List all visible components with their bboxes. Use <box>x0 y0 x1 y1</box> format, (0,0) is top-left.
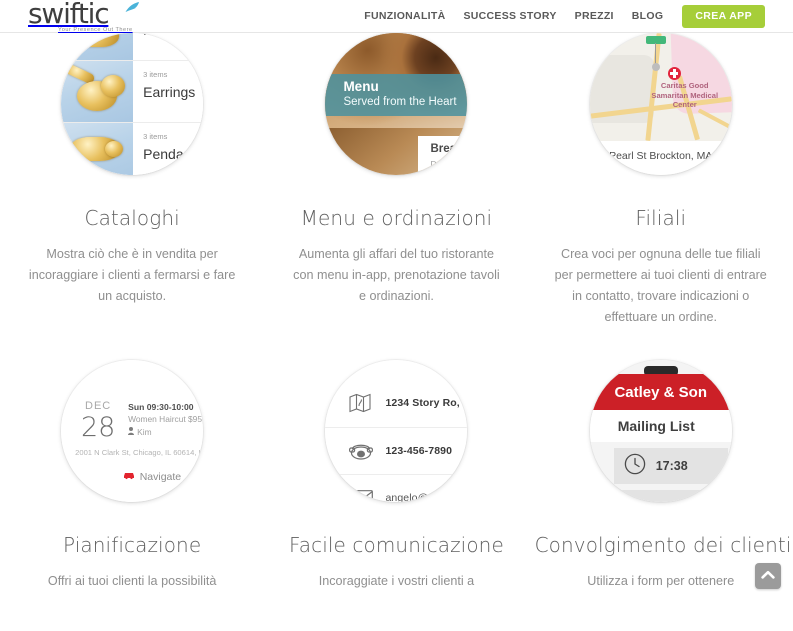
engagement-brand: Catley & Son <box>614 383 707 401</box>
catalog-list-item: 3 items Necklaces <box>61 33 204 61</box>
menu-circle-image: Menu Served from the Heart Breads Descri… <box>321 33 471 183</box>
menu-item-subtitle: Describe... <box>430 159 468 169</box>
clock-icon <box>624 453 646 480</box>
map-circle-image: Caritas Good Samaritan Medical Center Pe… <box>586 33 736 183</box>
menu-item-title: Breads <box>430 143 468 155</box>
scroll-to-top-button[interactable] <box>755 563 781 589</box>
chevron-up-icon <box>761 567 775 585</box>
create-app-button[interactable]: CREA APP <box>682 5 765 28</box>
catalog-thumb-necklaces <box>61 33 134 60</box>
contact-email: angelo@gma <box>385 492 450 502</box>
navigate-label: Navigate <box>139 471 182 483</box>
feature-title: Pianificazione <box>63 533 202 557</box>
contact-circle-image: 1234 Story Ro, 123-456-7890 angelo@gma <box>321 360 471 510</box>
feature-description: Utilizza i form per ottenere <box>587 574 735 588</box>
contact-row-email: angelo@gma <box>325 475 467 502</box>
feature-row-2: DEC 28 Sun 09:30-10:00 Women Haircut $95… <box>0 360 793 592</box>
feature-title: Cataloghi <box>84 206 180 230</box>
phone-icon <box>349 442 379 460</box>
engagement-brand-bar: Catley & Son <box>589 374 732 410</box>
map-poi-label: Caritas Good Samaritan Medical Center <box>651 81 719 109</box>
feature-description: Offri ai tuoi clienti la possibilità <box>47 574 217 588</box>
catalog-list-item: 3 items Pendants <box>61 123 204 175</box>
catalog-circle-image: 3 items Necklaces 3 items <box>57 33 207 183</box>
feature-card-pianificazione: DEC 28 Sun 09:30-10:00 Women Haircut $95… <box>0 360 264 592</box>
schedule-circle-image: DEC 28 Sun 09:30-10:00 Women Haircut $95… <box>57 360 207 510</box>
catalog-item-name: Pendants <box>143 146 203 162</box>
map-pin-head-icon <box>651 63 660 71</box>
feature-row-1: 3 items Necklaces 3 items <box>0 33 793 328</box>
feature-card-menu-ordinazioni: Menu Served from the Heart Breads Descri… <box>264 33 528 328</box>
schedule-time: Sun 09:30-10:00 <box>128 402 194 412</box>
nav-item-funzionalita[interactable]: FUNZIONALITÀ <box>355 0 454 33</box>
menu-banner-title: Menu <box>343 79 379 94</box>
engagement-section-bar: Mailing List <box>589 410 732 442</box>
site-logo[interactable]: swiftic Your Presence Out There <box>28 0 153 34</box>
feature-description: Crea voci per ognuna delle tue filiali p… <box>554 247 767 324</box>
contact-row-phone: 123-456-7890 <box>325 428 468 476</box>
map-address: Pearl St Brockton, MA <box>609 150 713 162</box>
envelope-icon <box>349 490 379 502</box>
catalog-item-count: 3 items <box>143 70 168 79</box>
menu-banner-subtitle: Served from the Heart <box>343 96 457 108</box>
menu-banner: Menu Served from the Heart <box>325 74 468 116</box>
map-pin-stem-icon <box>654 43 657 65</box>
feature-title: Menu e ordinazioni <box>300 206 493 230</box>
schedule-day: 28 <box>80 412 116 443</box>
engagement-time-field[interactable]: 17:38 <box>613 448 728 484</box>
menu-item-row: Breads Describe... <box>418 136 468 175</box>
main-nav: FUNZIONALITÀ SUCCESS STORY PREZZI BLOG C… <box>355 0 765 33</box>
car-icon <box>123 471 135 483</box>
contact-address: 1234 Story Ro, <box>385 396 460 409</box>
engagement-circle-image: Catley & Son Mailing List 17:38 <box>586 360 736 510</box>
engagement-next-field[interactable] <box>613 490 728 502</box>
features-section: 3 items Necklaces 3 items <box>0 33 793 592</box>
feature-description: Mostra ciò che è in vendita per incoragg… <box>28 247 236 303</box>
catalog-item-count: 3 items <box>143 132 168 141</box>
feature-description: Incoraggiate i vostri clienti a <box>318 574 475 588</box>
engagement-time-value: 17:38 <box>655 459 688 473</box>
person-icon <box>128 426 135 439</box>
contact-row-address: 1234 Story Ro, <box>325 378 468 428</box>
schedule-person: Kim <box>128 426 203 439</box>
site-header: swiftic Your Presence Out There FUNZIONA… <box>0 0 793 33</box>
schedule-date: DEC 28 <box>75 400 121 442</box>
nav-item-blog[interactable]: BLOG <box>623 0 673 33</box>
feature-card-facile-comunicazione: 1234 Story Ro, 123-456-7890 angelo@gma F… <box>264 360 528 592</box>
nav-item-prezzi[interactable]: PREZZI <box>566 0 623 33</box>
feature-card-convolgimento-clienti: Catley & Son Mailing List 17:38 Convolgi… <box>529 360 793 592</box>
nav-item-success-story[interactable]: SUCCESS STORY <box>454 0 565 33</box>
schedule-service: Women Haircut $95.70 <box>128 414 203 424</box>
schedule-person-name: Kim <box>137 427 152 437</box>
feature-card-cataloghi: 3 items Necklaces 3 items <box>0 33 264 328</box>
catalog-item-name: Earrings <box>143 84 196 100</box>
map-address-bar: Pearl St Brockton, MA <box>589 141 732 175</box>
map-canvas: Caritas Good Samaritan Medical Center <box>589 33 732 141</box>
catalog-list-item: 3 items Earrings <box>61 61 204 123</box>
navigate-action[interactable]: Navigate <box>75 471 197 483</box>
catalog-thumb-pendants <box>61 123 134 175</box>
feature-description: Aumenta gli affari del tuo ristorante co… <box>293 247 500 303</box>
feature-title: Facile comunicazione <box>289 533 504 557</box>
map-icon <box>349 393 379 413</box>
contact-phone: 123-456-7890 <box>385 445 453 458</box>
feature-card-filiali: Caritas Good Samaritan Medical Center Pe… <box>529 33 793 328</box>
schedule-address: 2001 N Clark St, Chicago, IL 60614, US <box>75 448 204 457</box>
engagement-section-title: Mailing List <box>617 418 695 434</box>
hospital-icon <box>667 67 681 80</box>
feather-icon <box>125 1 140 13</box>
catalog-thumb-earrings <box>61 61 134 122</box>
feature-title: Convolgimento dei clienti <box>534 533 792 557</box>
feature-title: Filiali <box>635 206 687 230</box>
